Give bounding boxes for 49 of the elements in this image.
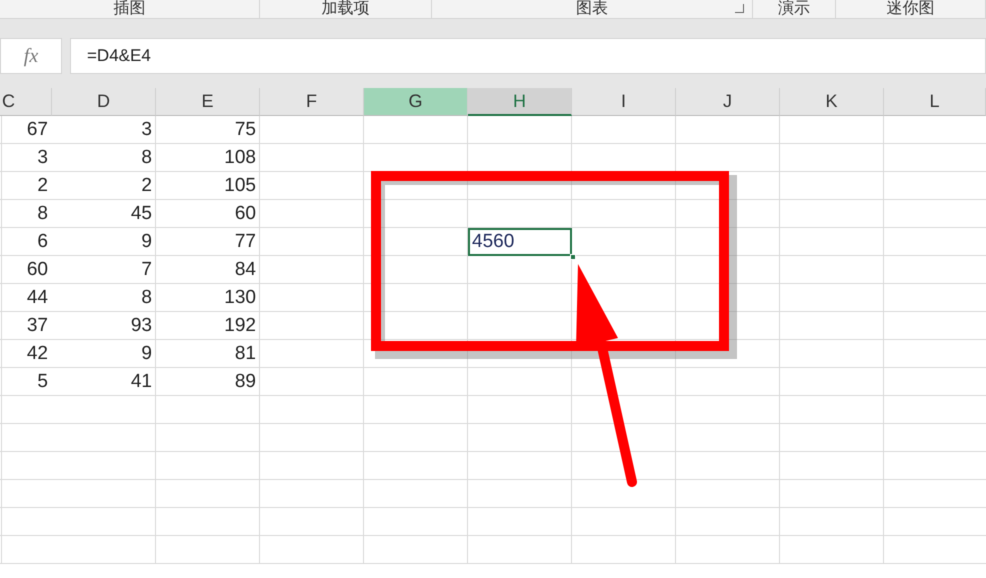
- table-cell-text: 9: [140, 342, 153, 366]
- table-cell-text: 37: [26, 314, 49, 338]
- ribbon-group-label: 加载项: [322, 0, 370, 18]
- table-cell-text: 5: [36, 370, 49, 394]
- table-cell-text: 45: [130, 202, 153, 226]
- table-cell-text: 41: [130, 370, 153, 394]
- table-cell-text: 8: [140, 286, 153, 310]
- table-cell-text: 75: [234, 118, 257, 142]
- column-header[interactable]: D: [52, 88, 156, 116]
- table-cell-text: 81: [234, 342, 257, 366]
- ribbon-group-label: 迷你图: [886, 0, 934, 18]
- table-cell-text: 2: [140, 174, 153, 198]
- table-cell-text: 67: [26, 118, 49, 142]
- table-cell-text: 130: [223, 286, 257, 310]
- table-cell-text: 3: [36, 146, 49, 170]
- table-cell-text: 60: [26, 258, 49, 282]
- table-cell-text: 77: [234, 230, 257, 254]
- table-cell-text: 89: [234, 370, 257, 394]
- table-cell-text: 84: [234, 258, 257, 282]
- column-header[interactable]: L: [884, 88, 986, 116]
- column-header[interactable]: E: [156, 88, 260, 116]
- column-header[interactable]: I: [572, 88, 676, 116]
- column-header[interactable]: F: [260, 88, 364, 116]
- fill-handle[interactable]: [570, 254, 576, 260]
- table-cell-text: 108: [223, 146, 257, 170]
- column-header[interactable]: J: [676, 88, 780, 116]
- table-cell-text: 60: [234, 202, 257, 226]
- table-cell-text: 44: [26, 286, 49, 310]
- dialog-launcher-icon[interactable]: [735, 4, 744, 13]
- ribbon-group-label: 图表: [576, 0, 608, 18]
- ribbon-group-label: 插图: [114, 0, 146, 18]
- column-header[interactable]: C: [0, 88, 52, 116]
- table-cell-text: 42: [26, 342, 49, 366]
- table-cell-text: 192: [223, 314, 257, 338]
- table-cell-text: 3: [140, 118, 153, 142]
- table-cell-text: 8: [36, 202, 49, 226]
- table-cell-text: 8: [140, 146, 153, 170]
- table-cell-text: 7: [140, 258, 153, 282]
- insert-function-button[interactable]: fx: [0, 38, 62, 74]
- table-cell-text: 2: [36, 174, 49, 198]
- table-cell-text: 105: [223, 174, 257, 198]
- table-cell-text: 6: [36, 230, 49, 254]
- formula-input-field[interactable]: =D4&E4: [70, 38, 986, 74]
- table-cell-text: 9: [140, 230, 153, 254]
- column-header[interactable]: G: [364, 88, 468, 116]
- column-header[interactable]: K: [780, 88, 884, 116]
- column-header[interactable]: H: [468, 88, 572, 116]
- selected-cell[interactable]: 4560: [468, 228, 572, 256]
- table-cell-text: 93: [130, 314, 153, 338]
